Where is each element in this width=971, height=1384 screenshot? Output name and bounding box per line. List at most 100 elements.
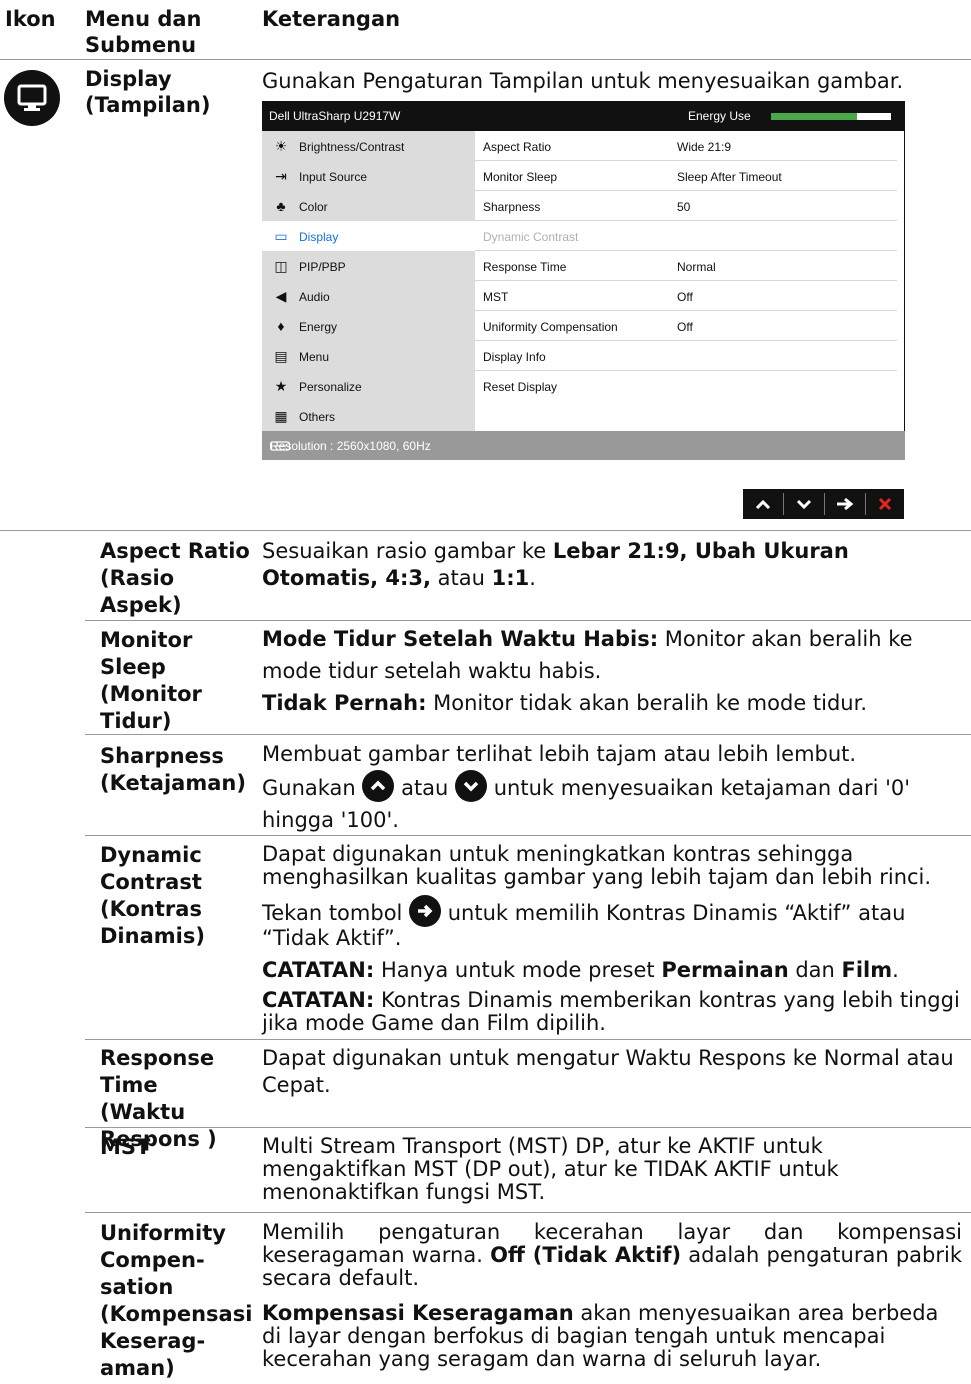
osd-menu-energy[interactable]: ♦ Energy — [262, 311, 475, 341]
text-paragraph: Membuat gambar terlihat lebih tajam atau… — [262, 742, 857, 766]
osd-menu-input-source[interactable]: ⇥ Input Source — [262, 161, 475, 191]
osd-option-uniformity-compensation[interactable]: Uniformity Compensation Off — [475, 311, 897, 341]
flame-icon: ♦ — [277, 318, 285, 334]
text-run: atau — [394, 776, 456, 800]
osd-option-monitor-sleep[interactable]: Monitor Sleep Sleep After Timeout — [475, 161, 897, 191]
chevron-down-icon — [455, 770, 488, 802]
up-button[interactable] — [743, 489, 783, 519]
row-desc-monitor-sleep: Mode Tidur Setelah Waktu Habis: Monitor … — [262, 623, 962, 719]
bold-run: Permainan — [661, 958, 789, 982]
osd-option-aspect-ratio[interactable]: Aspect Ratio Wide 21:9 — [475, 131, 897, 161]
close-icon — [878, 497, 892, 511]
column-header-description: Keterangan — [262, 7, 401, 31]
osd-menu-pip-pbp[interactable]: ◫ PIP/PBP — [262, 251, 475, 281]
osd-option-display-info[interactable]: Display Info — [475, 341, 897, 371]
row-label-mst: MST — [100, 1135, 151, 1159]
osd-option-value: Sleep After Timeout — [677, 170, 782, 184]
osd-menu-personalize[interactable]: ★ Personalize — [262, 371, 475, 401]
text-run: atau — [431, 566, 492, 590]
osd-menu-brightness-contrast[interactable]: ☀ Brightness/Contrast — [262, 131, 475, 161]
osd-option-label: Response Time — [483, 260, 567, 274]
bold-run: Mode Tidur Setelah Waktu Habis: — [262, 627, 659, 651]
osd-option-label: MST — [483, 290, 509, 304]
arrow-right-icon — [837, 497, 854, 511]
text-run: Tekan tombol — [262, 901, 410, 925]
osd-menu-label: Others — [299, 410, 336, 424]
osd-option-mst[interactable]: MST Off — [475, 281, 897, 311]
row-desc-dynamic-contrast: Dapat digunakan untuk meningkatkan kontr… — [262, 843, 962, 1035]
osd-option-label: Reset Display — [483, 380, 558, 394]
column-header-menu: Menu dan Submenu — [85, 7, 202, 57]
osd-menu-audio[interactable]: ◀ Audio — [262, 281, 475, 311]
bold-run: CATATAN: — [262, 958, 375, 982]
bold-run: Tidak Pernah: — [262, 691, 427, 715]
row-label-monitor-sleep: Monitor Sleep (Monitor Tidur) — [100, 628, 202, 733]
osd-option-reset-display[interactable]: Reset Display — [475, 371, 897, 401]
pip-icon: ◫ — [274, 258, 288, 274]
osd-menu-label: Energy — [299, 320, 338, 334]
osd-menu: Dell UltraSharp U2917W Energy Use ☀ Brig… — [262, 101, 905, 460]
osd-option-value: 50 — [677, 200, 691, 214]
osd-menu-label: Display — [299, 230, 339, 244]
energy-use-fill — [771, 113, 858, 120]
row-desc-uniformity-compensation: Memilih pengaturan kecerahan layar dan k… — [262, 1221, 962, 1371]
osd-option-value: Off — [677, 290, 693, 304]
display-description: Gunakan Pengaturan Tampilan untuk menyes… — [262, 69, 904, 93]
row-desc-response-time: Dapat digunakan untuk mengatur Waktu Res… — [262, 1045, 962, 1099]
osd-menu-menu[interactable]: ▤ Menu — [262, 341, 475, 371]
osd-option-value: Wide 21:9 — [677, 140, 732, 154]
monitor-icon: ▭ — [274, 228, 288, 244]
row-label-sharpness: Sharpness (Ketajaman) — [100, 744, 246, 795]
text-run: Gunakan — [262, 776, 363, 800]
down-button[interactable] — [784, 489, 824, 519]
text-run: Sesuaikan rasio gambar ke — [262, 539, 553, 563]
row-divider — [0, 530, 971, 531]
osd-menu-label: Color — [299, 200, 328, 214]
exit-button[interactable] — [865, 489, 905, 519]
osd-option-label: Dynamic Contrast — [483, 230, 579, 244]
next-button[interactable] — [825, 489, 865, 519]
osd-energy-label: Energy Use — [688, 109, 751, 123]
row-divider — [85, 1212, 971, 1213]
text-run: dan — [788, 958, 842, 982]
osd-menu-display[interactable]: ▭ Display — [262, 221, 475, 251]
osd-option-response-time[interactable]: Response Time Normal — [475, 251, 897, 281]
text-run: . — [529, 566, 536, 590]
bold-run: Off (Tidak Aktif) — [490, 1243, 682, 1267]
speaker-icon: ◀ — [275, 288, 287, 304]
header-divider — [0, 59, 971, 60]
osd-option-label: Aspect Ratio — [483, 140, 552, 154]
row-divider — [85, 835, 971, 836]
text-run: Hanya untuk mode preset — [374, 958, 662, 982]
osd-menu-label: Personalize — [299, 380, 362, 394]
osd-menu-others[interactable]: ▦ Others — [262, 401, 475, 431]
osd-model-name: Dell UltraSharp U2917W — [269, 109, 401, 123]
osd-option-label: Display Info — [483, 350, 546, 364]
text-paragraph: Dapat digunakan untuk meningkatkan kontr… — [262, 842, 932, 889]
column-header-icon: Ikon — [5, 7, 56, 31]
row-label-uniformity-compensation: Uniformity Compen-sation (Kompensasi Kes… — [100, 1221, 253, 1380]
row-divider — [85, 620, 971, 621]
chevron-down-icon — [796, 499, 812, 510]
energy-use-bar — [771, 113, 891, 120]
color-icon: ♣ — [276, 198, 286, 214]
osd-menu-label: Audio — [299, 290, 330, 304]
text-paragraph: Multi Stream Transport (MST) DP, atur ke… — [262, 1134, 839, 1204]
menu-icon: ▤ — [274, 348, 288, 364]
text-paragraph: Dapat digunakan untuk mengatur Waktu Res… — [262, 1046, 954, 1097]
row-divider — [85, 734, 971, 735]
osd-main-menu: ☀ Brightness/Contrast ⇥ Input Source ♣ C… — [262, 131, 475, 431]
osd-option-label: Sharpness — [483, 200, 541, 214]
bold-run: 1:1 — [491, 566, 530, 590]
osd-option-sharpness[interactable]: Sharpness 50 — [475, 191, 897, 221]
osd-menu-label: Brightness/Contrast — [299, 140, 405, 154]
osd-menu-color[interactable]: ♣ Color — [262, 191, 475, 221]
row-divider — [85, 1127, 971, 1128]
row-divider — [85, 1039, 971, 1040]
star-icon: ★ — [274, 378, 288, 394]
arrow-right-icon — [409, 895, 442, 927]
osd-option-label: Uniformity Compensation — [483, 320, 618, 334]
row-label-aspect-ratio: Aspect Ratio (Rasio Aspek) — [100, 539, 250, 617]
osd-display-submenu: Aspect Ratio Wide 21:9 Monitor Sleep Sle… — [475, 131, 905, 431]
osd-option-value: Normal — [677, 260, 716, 274]
